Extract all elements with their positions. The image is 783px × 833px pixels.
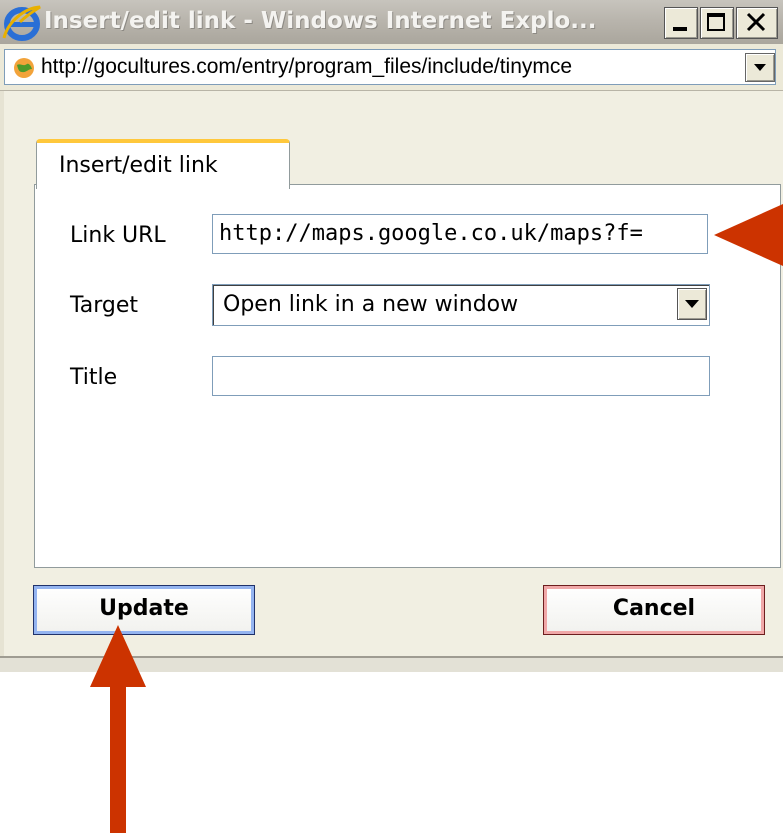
chevron-down-icon (754, 64, 766, 71)
close-icon (746, 12, 766, 32)
title-input[interactable] (212, 356, 710, 396)
maximize-button[interactable] (700, 7, 734, 39)
minimize-button[interactable] (664, 7, 698, 39)
arrow-icon (90, 625, 146, 833)
cancel-button[interactable]: Cancel (543, 585, 765, 635)
address-bar: http://gocultures.com/entry/program_file… (0, 44, 783, 91)
chevron-down-icon (685, 300, 699, 308)
address-field[interactable]: http://gocultures.com/entry/program_file… (4, 49, 776, 85)
link-url-input[interactable]: http://maps.google.co.uk/maps?f= (212, 214, 708, 254)
link-url-value[interactable]: http://maps.google.co.uk/maps?f= (219, 221, 643, 246)
window-title: Insert/edit link - Windows Internet Expl… (44, 8, 597, 34)
globe-icon (14, 58, 34, 78)
minimize-icon (673, 27, 687, 31)
maximize-icon (707, 13, 725, 31)
link-url-label: Link URL (70, 223, 166, 248)
target-select[interactable]: Open link in a new window (212, 284, 710, 326)
tab-insert-edit-link[interactable]: Insert/edit link (36, 139, 290, 189)
target-label: Target (70, 293, 139, 318)
internet-explorer-icon (2, 5, 41, 41)
title-bar: Insert/edit link - Windows Internet Expl… (0, 0, 783, 44)
address-dropdown-button[interactable] (745, 53, 775, 82)
target-select-value[interactable]: Open link in a new window (223, 292, 518, 317)
address-url[interactable]: http://gocultures.com/entry/program_file… (41, 53, 739, 81)
close-button[interactable] (736, 7, 778, 39)
tab-label: Insert/edit link (59, 153, 218, 178)
arrow-icon (714, 204, 783, 266)
target-dropdown-button[interactable] (677, 288, 707, 320)
title-label: Title (70, 365, 118, 390)
